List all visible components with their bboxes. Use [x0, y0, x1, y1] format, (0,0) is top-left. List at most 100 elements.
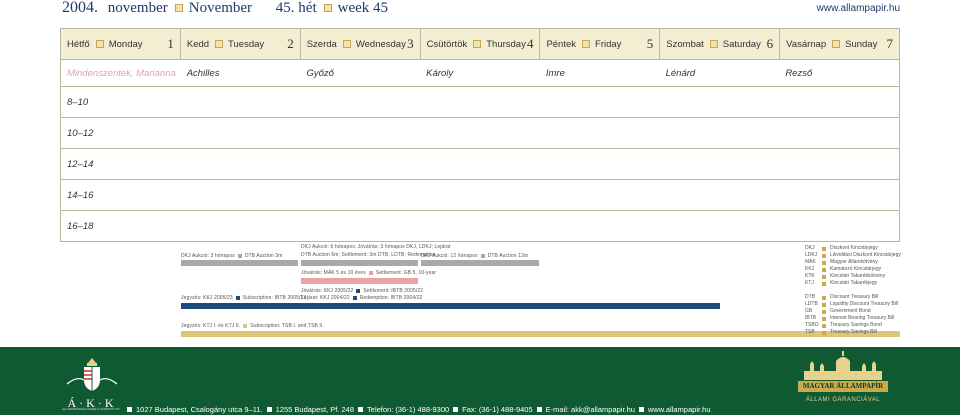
blue-square-icon	[235, 295, 240, 300]
bullet-icon	[822, 309, 826, 314]
footer-contact-line: 1027 Budapest, Csalogány utca 9–11. 1255…	[127, 405, 711, 414]
day-number: 2	[287, 36, 294, 51]
abbreviation-item: DKJ Diszkont Kincstárjegy	[805, 245, 878, 251]
name-day-thursday: Károly	[426, 67, 454, 79]
bullet-icon	[822, 302, 826, 307]
abbreviation-item: LDKJ Likviditási Diszkont Kincstárjegy	[805, 252, 901, 258]
footer-web[interactable]: www.allampapir.hu	[648, 405, 711, 414]
bullet-icon	[822, 267, 826, 272]
abbreviation-item: MÁK Magyar Államkötvény	[805, 259, 878, 265]
time-slot[interactable]: 16–18	[60, 211, 900, 242]
month-en-label: November	[188, 0, 253, 16]
bullet-square-icon	[215, 39, 224, 48]
day-header-wednesday: Szerda Wednesday 3	[301, 29, 421, 59]
legend-auction-tue: DKJ Aukció: 3 hónapos DTB Auction 3m	[181, 253, 283, 259]
day-header-saturday: Szombat Saturday 6	[660, 29, 781, 59]
footer-email[interactable]: E-mail: akk@allampapir.hu	[546, 405, 635, 414]
day-header-thursday: Csütörtök Thursday 4	[421, 29, 541, 59]
akk-logo-subtitle: ÁLLAMADÓSSÁG KEZELŐ KÖZPONT RT.	[62, 407, 120, 411]
bullet-square-icon	[266, 407, 272, 412]
bullet-icon	[822, 260, 826, 265]
abbreviation-item: KTJ Kincstári Takarékjegy	[805, 280, 878, 286]
footer: Á·K·K ÁLLAMADÓSSÁG KEZELŐ KÖZPONT RT. 10…	[0, 347, 960, 415]
week-en-label: week 45	[337, 0, 389, 16]
abbreviation-item: KTK Kincstári Takarékkötvény	[805, 273, 886, 279]
week-hu-label: 45. hét	[275, 0, 317, 16]
day-header-monday: Hétfő Monday 1	[61, 29, 181, 59]
abbreviation-item: DTB Discount Treasury Bill	[805, 294, 879, 300]
event-bar-kkj	[181, 303, 720, 309]
day-number: 1	[167, 36, 174, 51]
bullet-square-icon	[323, 4, 332, 13]
magyar-allampapir-logo: MAGYAR ÁLLAMPAPÍR ÁLLAMI GARANCIÁVAL	[796, 351, 890, 413]
name-day-monday: Mindenszentek, Marianna	[67, 67, 176, 79]
day-header-friday: Péntek Friday 5	[540, 29, 661, 59]
legend-kkj-tue: Jegyzés: KKJ 2005/23 Subscription: IBTB 2…	[181, 295, 307, 301]
event-bar-auction-thu	[421, 260, 539, 266]
legend-kkj-wed-2: Lejárat: KKJ 2004/22 Redemption: IBTB 200…	[301, 295, 423, 301]
calendar-title: 2004. november November 45. hét week 45	[62, 0, 394, 17]
time-slot[interactable]: 10–12	[60, 118, 900, 149]
event-bar-ktj	[181, 331, 900, 337]
abbreviation-item: KKJ Kamatozó Kincstárjegy	[805, 266, 882, 272]
bullet-square-icon	[358, 407, 364, 412]
bullet-square-icon	[174, 4, 183, 13]
gold-square-icon	[243, 323, 248, 328]
bullet-icon	[822, 246, 826, 251]
day-header-sunday: Vasárnap Sunday 7	[786, 36, 894, 51]
bullet-square-icon	[473, 39, 482, 48]
gray-square-icon	[237, 253, 242, 258]
legend-ktj-tue: Jegyzés: KTJ I. és KTJ II. Subscription: …	[181, 323, 324, 329]
bullet-square-icon	[536, 407, 542, 412]
bullet-square-icon	[832, 39, 841, 48]
bullet-square-icon	[453, 407, 459, 412]
day-number: 6	[766, 36, 774, 51]
day-number: 4	[526, 36, 534, 51]
abbreviation-item: LDTB Liquidity Discount Treasury Bill	[805, 301, 899, 307]
time-slot[interactable]: 14–16	[60, 180, 900, 211]
bullet-square-icon	[342, 39, 351, 48]
month-hu-label: november	[107, 0, 168, 16]
akk-logo: Á·K·K	[62, 354, 122, 412]
bullet-square-icon	[638, 407, 644, 412]
legend-mak-wed: Jóváírás: MÁK 5 és 10 éves Settlement: GB…	[301, 270, 437, 276]
name-day-sunday: Rezső	[785, 67, 813, 79]
footer-address: 1027 Budapest, Csalogány utca 9–11.	[136, 405, 263, 414]
bullet-icon	[822, 281, 826, 286]
abbreviation-item: TSB Treasury Savings Bill	[805, 329, 877, 335]
bullet-square-icon	[95, 39, 104, 48]
event-bar-auction-tue	[181, 260, 298, 266]
bullet-icon	[822, 274, 826, 279]
abbreviation-item: TSBO Treasury Savings Bond	[805, 322, 882, 328]
allami-garanciaval-text: ÁLLAMI GARANCIÁVAL	[805, 397, 881, 403]
time-slot[interactable]: 12–14	[60, 149, 900, 180]
page-header: 2004. november November 45. hét week 45 ww…	[0, 0, 960, 17]
legend-auction-wed-1: DKJ Aukció: 6 hónapos; Jóváírás: 3 hónap…	[301, 244, 451, 250]
name-day-friday: Imre	[545, 67, 565, 79]
legend-auction-wed-2: DTB Auction 6m; Settlement: 3m DTB, LDTB…	[301, 252, 436, 258]
day-number: 7	[886, 36, 894, 51]
gray-square-icon	[480, 253, 485, 258]
name-day-wednesday: Győző	[306, 67, 334, 79]
bullet-square-icon	[709, 39, 718, 48]
footer-fax: Fax: (36-1) 488-9405	[462, 405, 533, 414]
legend-kkj-wed-1: Jóváírás: KKJ 2005/22 Settlement: IBTB 20…	[301, 288, 424, 294]
pink-square-icon	[368, 270, 373, 275]
year-label: 2004.	[62, 0, 98, 16]
event-bar-mak-wed	[301, 278, 418, 284]
time-slot[interactable]: 8–10	[60, 87, 900, 118]
week-calendar: Hétfő Monday 1 Kedd Tuesday 2 Szerda Wednesda…	[60, 28, 900, 242]
bullet-icon	[822, 316, 826, 321]
hungarian-coat-of-arms-icon	[66, 358, 118, 391]
event-bar-auction-wed	[301, 260, 418, 266]
blue-square-icon	[352, 295, 357, 300]
abbreviation-item: GB Government Bond	[805, 308, 871, 314]
name-day-row: Mindenszentek, Marianna Achilles Győző K…	[60, 60, 900, 87]
parliament-icon	[804, 351, 882, 380]
day-number: 5	[646, 36, 654, 51]
name-day-saturday: Lénárd	[665, 67, 696, 79]
footer-postal: 1255 Budapest, Pf. 248	[275, 405, 355, 414]
header-url-link[interactable]: www.allampapir.hu	[817, 3, 900, 14]
bullet-square-icon	[582, 39, 591, 48]
abbreviation-list-en: DTB Discount Treasury Bill LDTB Liquidity …	[805, 294, 898, 336]
